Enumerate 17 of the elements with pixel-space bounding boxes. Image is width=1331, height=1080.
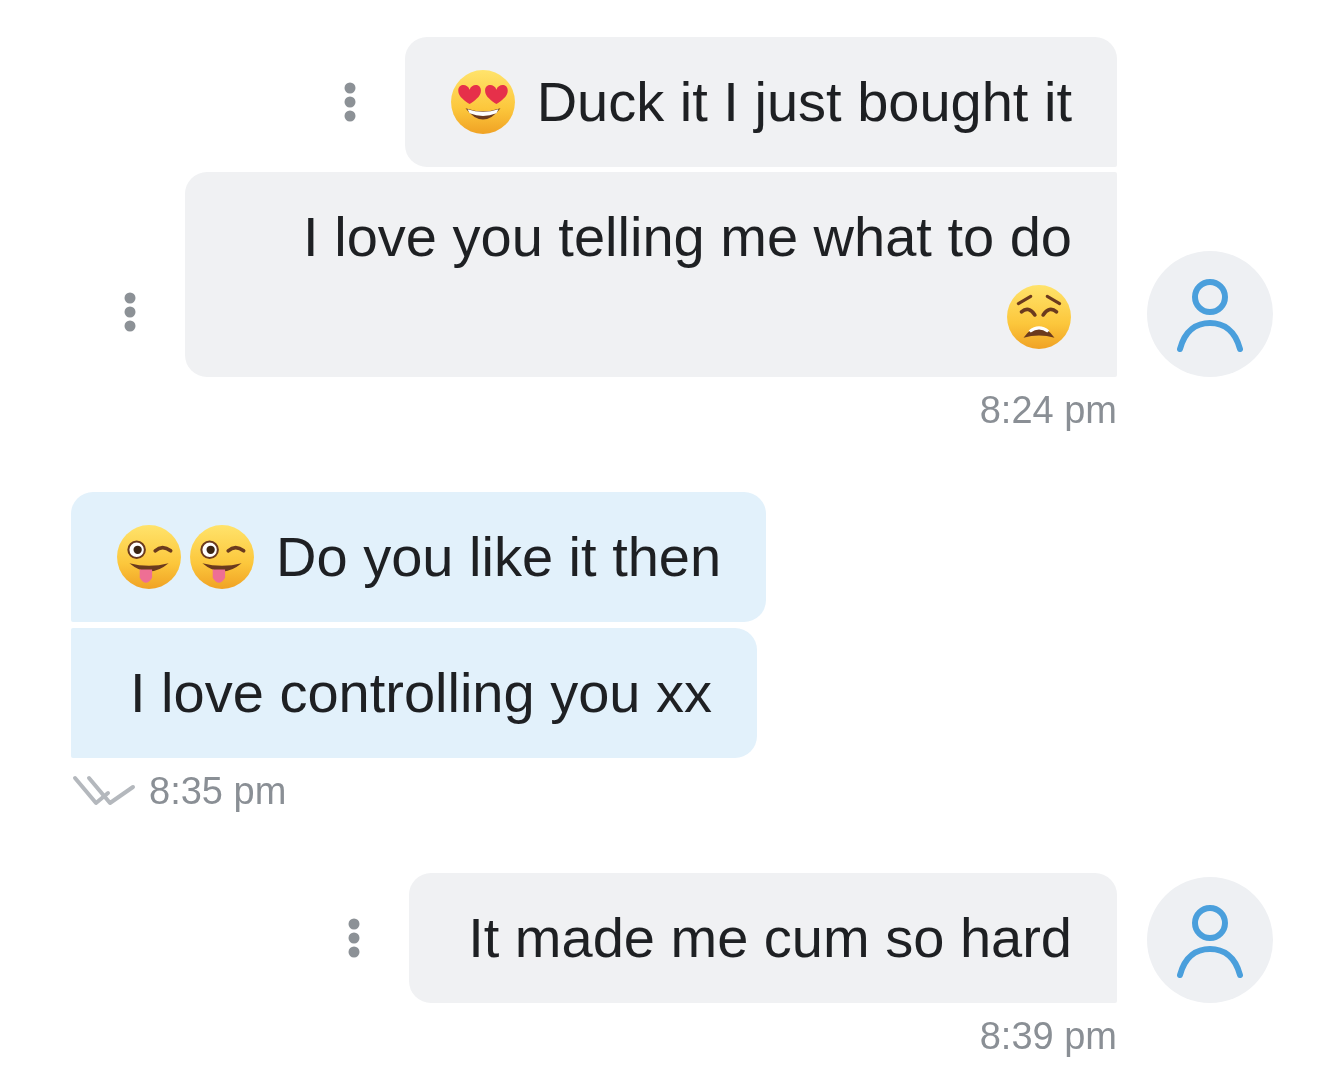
timestamp: 8:24 pm: [979, 388, 1117, 433]
more-options-icon[interactable]: [347, 917, 362, 959]
timestamp: 8:39 pm: [979, 1014, 1117, 1059]
winking-tongue-emoji-icon: [116, 524, 182, 590]
weary-face-emoji-icon: [1006, 284, 1072, 350]
more-options-icon[interactable]: [123, 291, 137, 333]
user-avatar-icon[interactable]: [1147, 877, 1273, 1003]
message-text: Do you like it then: [276, 524, 722, 590]
user-avatar-icon[interactable]: [1147, 251, 1273, 377]
timestamp: 8:35 pm: [149, 769, 287, 814]
message-text: Duck it I just bought it: [536, 69, 1072, 135]
message-text: I love you telling me what to do: [303, 204, 1072, 270]
winking-tongue-emoji-icon: [189, 524, 255, 590]
message-text: I love controlling you xx: [130, 660, 713, 726]
more-options-icon[interactable]: [342, 81, 357, 123]
heart-eyes-emoji-icon: [449, 69, 516, 135]
message-text: It made me cum so hard: [468, 905, 1072, 971]
